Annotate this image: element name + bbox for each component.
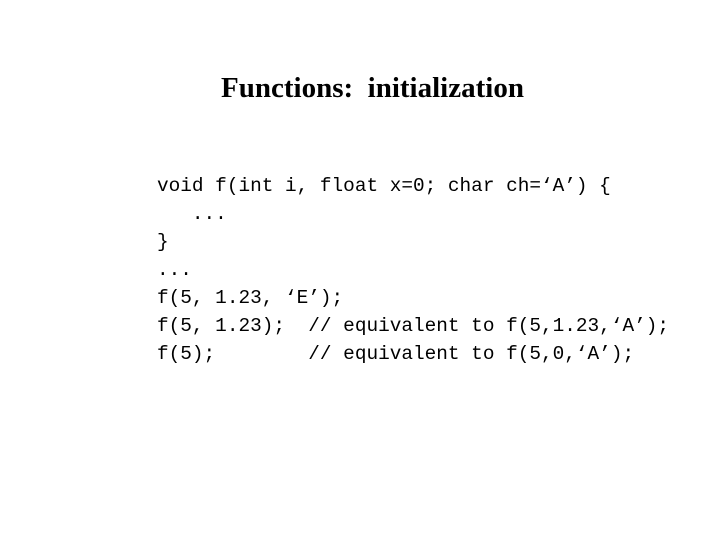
- code-line-function-signature: void f(int i, float x=0; char ch=‘A’) {: [157, 175, 611, 197]
- code-line-call-two-args: f(5, 1.23); // equivalent to f(5,1.23,‘A…: [157, 315, 669, 337]
- code-line-ellipsis: ...: [157, 259, 192, 281]
- code-line-closing-brace: }: [157, 231, 169, 253]
- code-line-call-one-arg: f(5); // equivalent to f(5,0,‘A’);: [157, 343, 635, 365]
- code-line-body-ellipsis: ...: [157, 203, 227, 225]
- slide-title: Functions: initialization: [221, 72, 524, 104]
- code-block: void f(int i, float x=0; char ch=‘A’) { …: [157, 172, 669, 368]
- code-line-call-full: f(5, 1.23, ‘E’);: [157, 287, 344, 309]
